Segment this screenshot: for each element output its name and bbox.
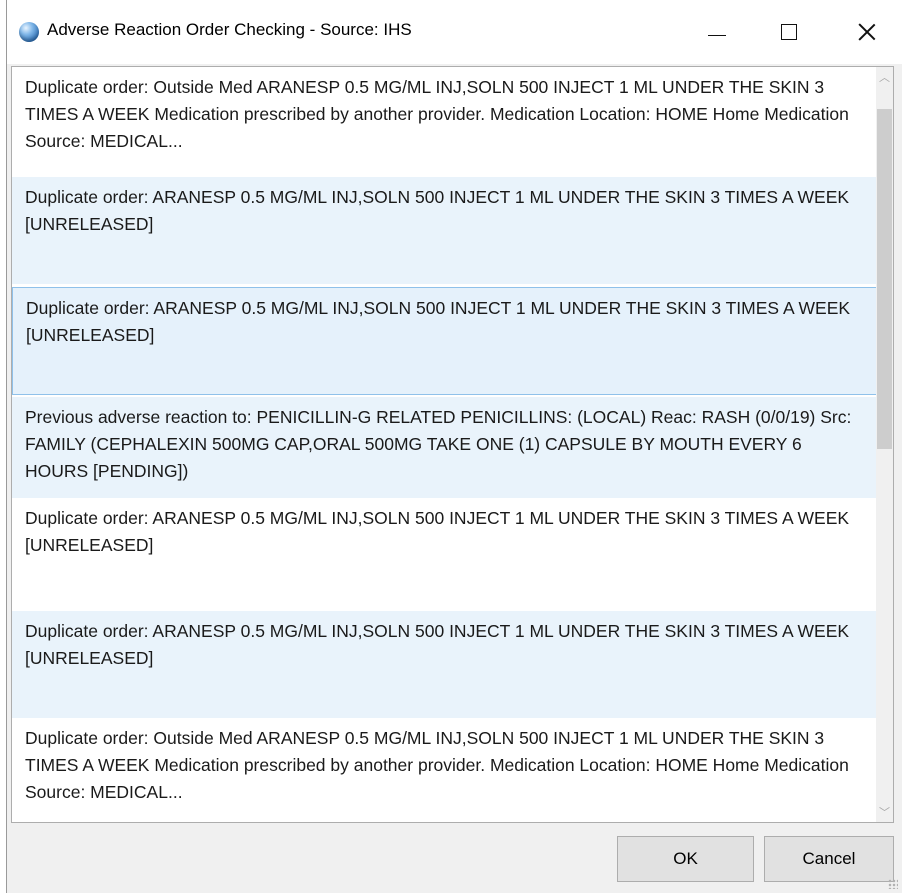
scroll-thumb[interactable] bbox=[877, 109, 892, 449]
window-title: Adverse Reaction Order Checking - Source… bbox=[47, 20, 412, 39]
minimize-button[interactable] bbox=[687, 0, 747, 64]
list-item[interactable]: Duplicate order: ARANESP 0.5 MG/ML INJ,S… bbox=[12, 498, 878, 611]
list-item-text: Duplicate order: ARANESP 0.5 MG/ML INJ,S… bbox=[25, 187, 850, 234]
close-button[interactable] bbox=[837, 0, 897, 64]
list-item[interactable]: Duplicate order: ARANESP 0.5 MG/ML INJ,S… bbox=[12, 177, 878, 284]
maximize-button[interactable] bbox=[759, 0, 819, 64]
list-item-text: Duplicate order: ARANESP 0.5 MG/ML INJ,S… bbox=[26, 298, 851, 345]
app-globe-icon bbox=[19, 22, 39, 42]
list-item-selected[interactable]: Duplicate order: ARANESP 0.5 MG/ML INJ,S… bbox=[12, 287, 878, 395]
scroll-up-button[interactable]: ︿ bbox=[876, 67, 893, 87]
scroll-down-button[interactable]: ﹀ bbox=[876, 802, 893, 822]
chevron-up-icon: ︿ bbox=[879, 71, 890, 84]
maximize-icon bbox=[781, 24, 797, 40]
order-check-list[interactable]: Duplicate order: Outside Med ARANESP 0.5… bbox=[11, 66, 894, 823]
list-item-text: Duplicate order: ARANESP 0.5 MG/ML INJ,S… bbox=[25, 508, 850, 555]
list-item[interactable]: Previous adverse reaction to: PENICILLIN… bbox=[12, 397, 878, 498]
list-item[interactable]: Duplicate order: Outside Med ARANESP 0.5… bbox=[12, 718, 878, 822]
ok-button[interactable]: OK bbox=[617, 836, 754, 882]
list-item-text: Previous adverse reaction to: PENICILLIN… bbox=[25, 407, 852, 481]
list-item-text: Duplicate order: Outside Med ARANESP 0.5… bbox=[25, 77, 849, 151]
list-item[interactable]: Duplicate order: Outside Med ARANESP 0.5… bbox=[12, 67, 878, 177]
adverse-reaction-dialog: Adverse Reaction Order Checking - Source… bbox=[6, 0, 902, 893]
list-item-text: Duplicate order: Outside Med ARANESP 0.5… bbox=[25, 728, 849, 802]
vertical-scrollbar[interactable]: ︿ ﹀ bbox=[876, 67, 893, 822]
title-bar[interactable]: Adverse Reaction Order Checking - Source… bbox=[7, 0, 902, 64]
list-item[interactable]: Duplicate order: ARANESP 0.5 MG/ML INJ,S… bbox=[12, 611, 878, 718]
minimize-icon bbox=[708, 34, 726, 36]
resize-grip[interactable] bbox=[888, 879, 898, 889]
close-icon bbox=[858, 23, 876, 41]
cancel-button[interactable]: Cancel bbox=[764, 836, 894, 882]
chevron-down-icon: ﹀ bbox=[879, 806, 890, 819]
list-item-text: Duplicate order: ARANESP 0.5 MG/ML INJ,S… bbox=[25, 621, 850, 668]
